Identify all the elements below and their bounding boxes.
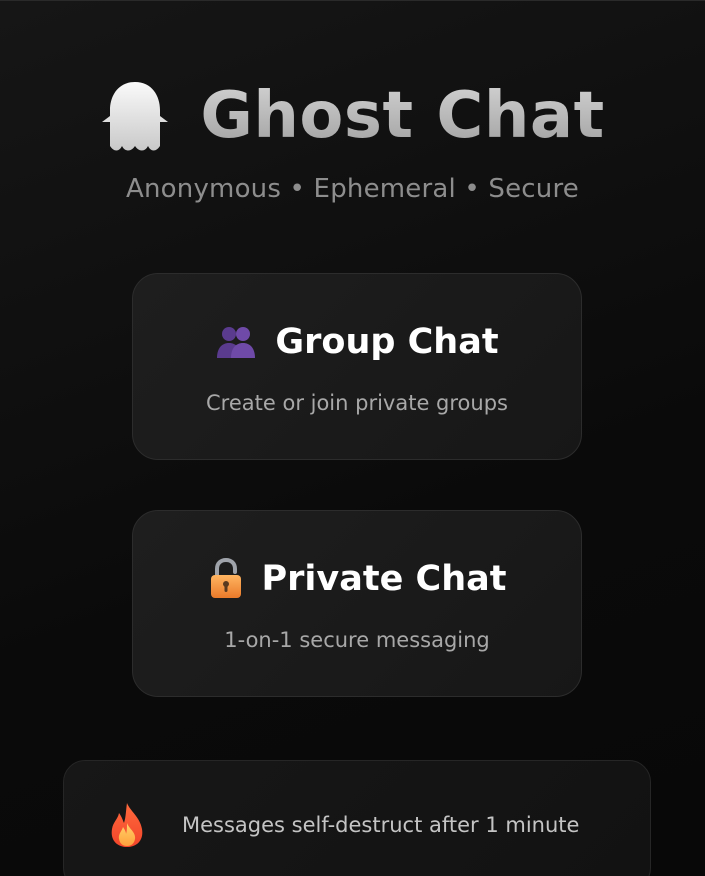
- private-chat-button[interactable]: Private Chat 1-on-1 secure messaging: [132, 510, 582, 697]
- group-chat-button[interactable]: Group Chat Create or join private groups: [132, 273, 582, 460]
- group-chat-header: Group Chat: [133, 320, 581, 364]
- private-chat-title: Private Chat: [261, 559, 507, 599]
- app-title: Ghost Chat: [200, 72, 604, 160]
- group-chat-title: Group Chat: [275, 322, 499, 362]
- lock-icon: [210, 558, 241, 598]
- group-chat-description: Create or join private groups: [206, 391, 508, 415]
- app-header: Ghost Chat: [0, 72, 705, 160]
- self-destruct-notice: Messages self-destruct after 1 minute: [63, 760, 651, 876]
- ghost-icon: [102, 82, 169, 151]
- self-destruct-text: Messages self-destruct after 1 minute: [182, 813, 580, 837]
- window-top-border: [0, 0, 705, 1]
- fire-icon: [111, 803, 143, 847]
- app-tagline: Anonymous • Ephemeral • Secure: [126, 174, 579, 204]
- private-chat-header: Private Chat: [133, 557, 581, 601]
- two-people-icon: [217, 327, 256, 358]
- private-chat-description: 1-on-1 secure messaging: [224, 628, 490, 652]
